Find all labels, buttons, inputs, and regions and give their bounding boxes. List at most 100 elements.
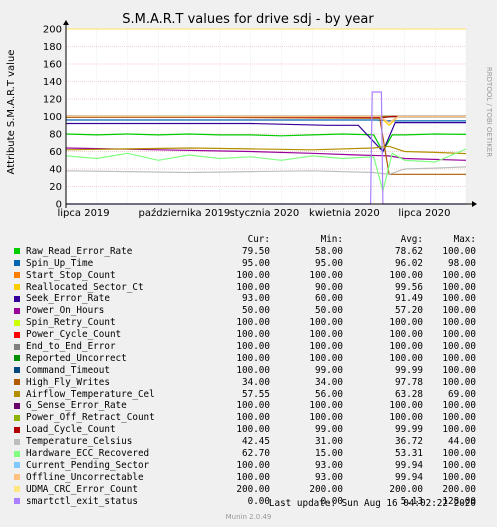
- legend-row: Command_Timeout 100.00 99.00 99.99 100.00: [0, 365, 497, 377]
- legend-swatch: [14, 379, 20, 386]
- legend-row: Airflow_Temperature_Cel 57.55 56.00 63.28 69…: [0, 389, 497, 401]
- legend-max: 100.00: [442, 412, 476, 424]
- legend-min: 50.00: [315, 305, 343, 317]
- legend-row: Reported_Uncorrect 100.00 100.00 100.00 100.…: [0, 353, 497, 365]
- legend-min: 100.00: [309, 317, 343, 329]
- legend-swatch: [14, 486, 20, 493]
- legend-row: Hardware_ECC_Recovered 62.70 15.00 53.31 100…: [0, 448, 497, 460]
- legend-name: smartctl_exit_status: [26, 495, 138, 507]
- legend-row: G_Sense_Error_Rate 100.00 100.00 100.00 100.…: [0, 400, 497, 412]
- legend-header: Cur: Min: Avg: Max:: [0, 234, 497, 246]
- legend-swatch: [14, 331, 20, 338]
- legend-row: End_to_End_Error 100.00 100.00 100.00 100.00: [0, 341, 497, 353]
- legend-cur: 100.00: [236, 471, 270, 483]
- y-ticks: 020406080100120140160180200: [43, 25, 62, 211]
- y-tick-label: 40: [49, 165, 62, 176]
- legend-min: 100.00: [309, 400, 343, 412]
- header-cur: Cur:: [247, 234, 270, 245]
- y-tick-label: 100: [43, 112, 62, 123]
- legend-row: High_Fly_Writes 34.00 34.00 97.78 100.00: [0, 377, 497, 389]
- legend-cur: 100.00: [236, 459, 270, 471]
- legend-name: Power_Cycle_Count: [26, 329, 122, 341]
- legend-name: End_to_End_Error: [26, 341, 116, 353]
- header-max: Max:: [453, 234, 476, 245]
- legend-swatch: [14, 426, 20, 433]
- legend-min: 100.00: [309, 329, 343, 341]
- legend-min: 100.00: [309, 412, 343, 424]
- legend-row: Load_Cycle_Count 100.00 99.00 99.99 100.00: [0, 424, 497, 436]
- legend-cur: 93.00: [242, 293, 270, 305]
- legend-cur: 100.00: [236, 424, 270, 436]
- legend-cur: 100.00: [236, 317, 270, 329]
- y-tick-label: 60: [49, 147, 62, 158]
- legend-cur: 62.70: [242, 448, 270, 460]
- legend-min: 56.00: [315, 388, 343, 400]
- legend-cur: 100.00: [236, 400, 270, 412]
- legend-swatch: [14, 498, 20, 505]
- legend-cur: 100.00: [236, 364, 270, 376]
- legend-row: Current_Pending_Sector 100.00 93.00 99.94 10…: [0, 460, 497, 472]
- legend-cur: 0.00: [247, 495, 270, 507]
- legend-row: Spin_Up_Time 95.00 95.00 96.02 98.00: [0, 258, 497, 270]
- legend-row: Reallocated_Sector_Ct 100.00 90.00 99.56 100…: [0, 282, 497, 294]
- legend-min: 100.00: [309, 269, 343, 281]
- legend-swatch: [14, 295, 20, 302]
- legend-swatch: [14, 474, 20, 481]
- legend-max: 100.00: [442, 329, 476, 341]
- legend-name: Raw_Read_Error_Rate: [26, 245, 133, 257]
- legend-max: 98.00: [448, 257, 476, 269]
- legend-name: Command_Timeout: [26, 364, 110, 376]
- legend-cur: 100.00: [236, 281, 270, 293]
- legend-row: Power_On_Hours 50.00 50.00 57.20 100.00: [0, 305, 497, 317]
- chart: S.M.A.R.T values for drive sdj - by year…: [6, 12, 493, 219]
- legend-name: Hardware_ECC_Recovered: [26, 448, 150, 460]
- legend-min: 93.00: [315, 459, 343, 471]
- legend-min: 99.00: [315, 364, 343, 376]
- legend-row: Raw_Read_Error_Rate 79.50 58.00 78.62 100.00: [0, 246, 497, 258]
- header-min: Min:: [320, 234, 343, 245]
- y-tick-label: 180: [43, 42, 62, 53]
- legend-min: 58.00: [315, 245, 343, 257]
- legend-row: Seek_Error_Rate 93.00 60.00 91.49 100.00: [0, 293, 497, 305]
- y-tick-label: 120: [43, 95, 62, 106]
- legend-max: 100.00: [442, 448, 476, 460]
- legend-row: Start_Stop_Count 100.00 100.00 100.00 100.00: [0, 270, 497, 282]
- x-tick-label: października 2019: [139, 207, 231, 219]
- legend-min: 34.00: [315, 376, 343, 388]
- legend-cur: 200.00: [236, 483, 270, 495]
- legend-min: 200.00: [309, 483, 343, 495]
- legend-max: 100.00: [442, 281, 476, 293]
- munin-version: Munin 2.0.49: [225, 513, 272, 521]
- legend-cur: 50.00: [242, 305, 270, 317]
- legend-swatch: [14, 248, 20, 255]
- y-tick-label: 80: [49, 130, 62, 141]
- legend-swatch: [14, 367, 20, 374]
- y-tick-label: 160: [43, 60, 62, 71]
- legend-name: Load_Cycle_Count: [26, 424, 116, 436]
- legend: Cur: Min: Avg: Max: Raw_Read_Error_Rate 7…: [0, 234, 497, 507]
- x-axis-arrow: [472, 201, 477, 207]
- y-tick-label: 20: [49, 182, 62, 193]
- legend-max: 200.00: [442, 483, 476, 495]
- legend-cur: 34.00: [242, 376, 270, 388]
- legend-swatch: [14, 355, 20, 362]
- legend-swatch: [14, 260, 20, 267]
- legend-swatch: [14, 391, 20, 398]
- legend-name: Power_On_Hours: [26, 305, 105, 317]
- legend-swatch: [14, 450, 20, 457]
- legend-max: 100.00: [442, 364, 476, 376]
- y-tick-label: 140: [43, 77, 62, 88]
- legend-min: 93.00: [315, 471, 343, 483]
- legend-cur: 95.00: [242, 257, 270, 269]
- legend-name: Spin_Up_Time: [26, 257, 94, 269]
- legend-rows: Raw_Read_Error_Rate 79.50 58.00 78.62 100.00…: [0, 246, 497, 508]
- legend-name: UDMA_CRC_Error_Count: [26, 483, 138, 495]
- legend-cur: 100.00: [236, 269, 270, 281]
- x-tick-label: lipca 2020: [398, 208, 450, 219]
- legend-name: Seek_Error_Rate: [26, 293, 110, 305]
- legend-row: Offline_Uncorrectable 100.00 93.00 99.94 100…: [0, 472, 497, 484]
- legend-min: 15.00: [315, 448, 343, 460]
- legend-swatch: [14, 462, 20, 469]
- legend-swatch: [14, 438, 20, 445]
- legend-name: Temperature_Celsius: [26, 436, 133, 448]
